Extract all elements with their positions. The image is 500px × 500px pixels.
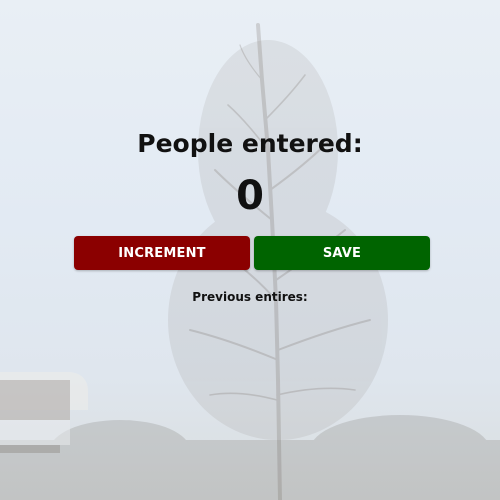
people-count: 0 — [236, 173, 264, 219]
increment-button[interactable]: INCREMENT — [74, 236, 250, 270]
save-button[interactable]: SAVE — [254, 236, 430, 270]
page-title: People entered: — [137, 129, 363, 158]
counter-panel: People entered: 0 INCREMENT SAVE Previou… — [0, 0, 500, 500]
previous-entries-label: Previous entires: — [192, 290, 308, 304]
